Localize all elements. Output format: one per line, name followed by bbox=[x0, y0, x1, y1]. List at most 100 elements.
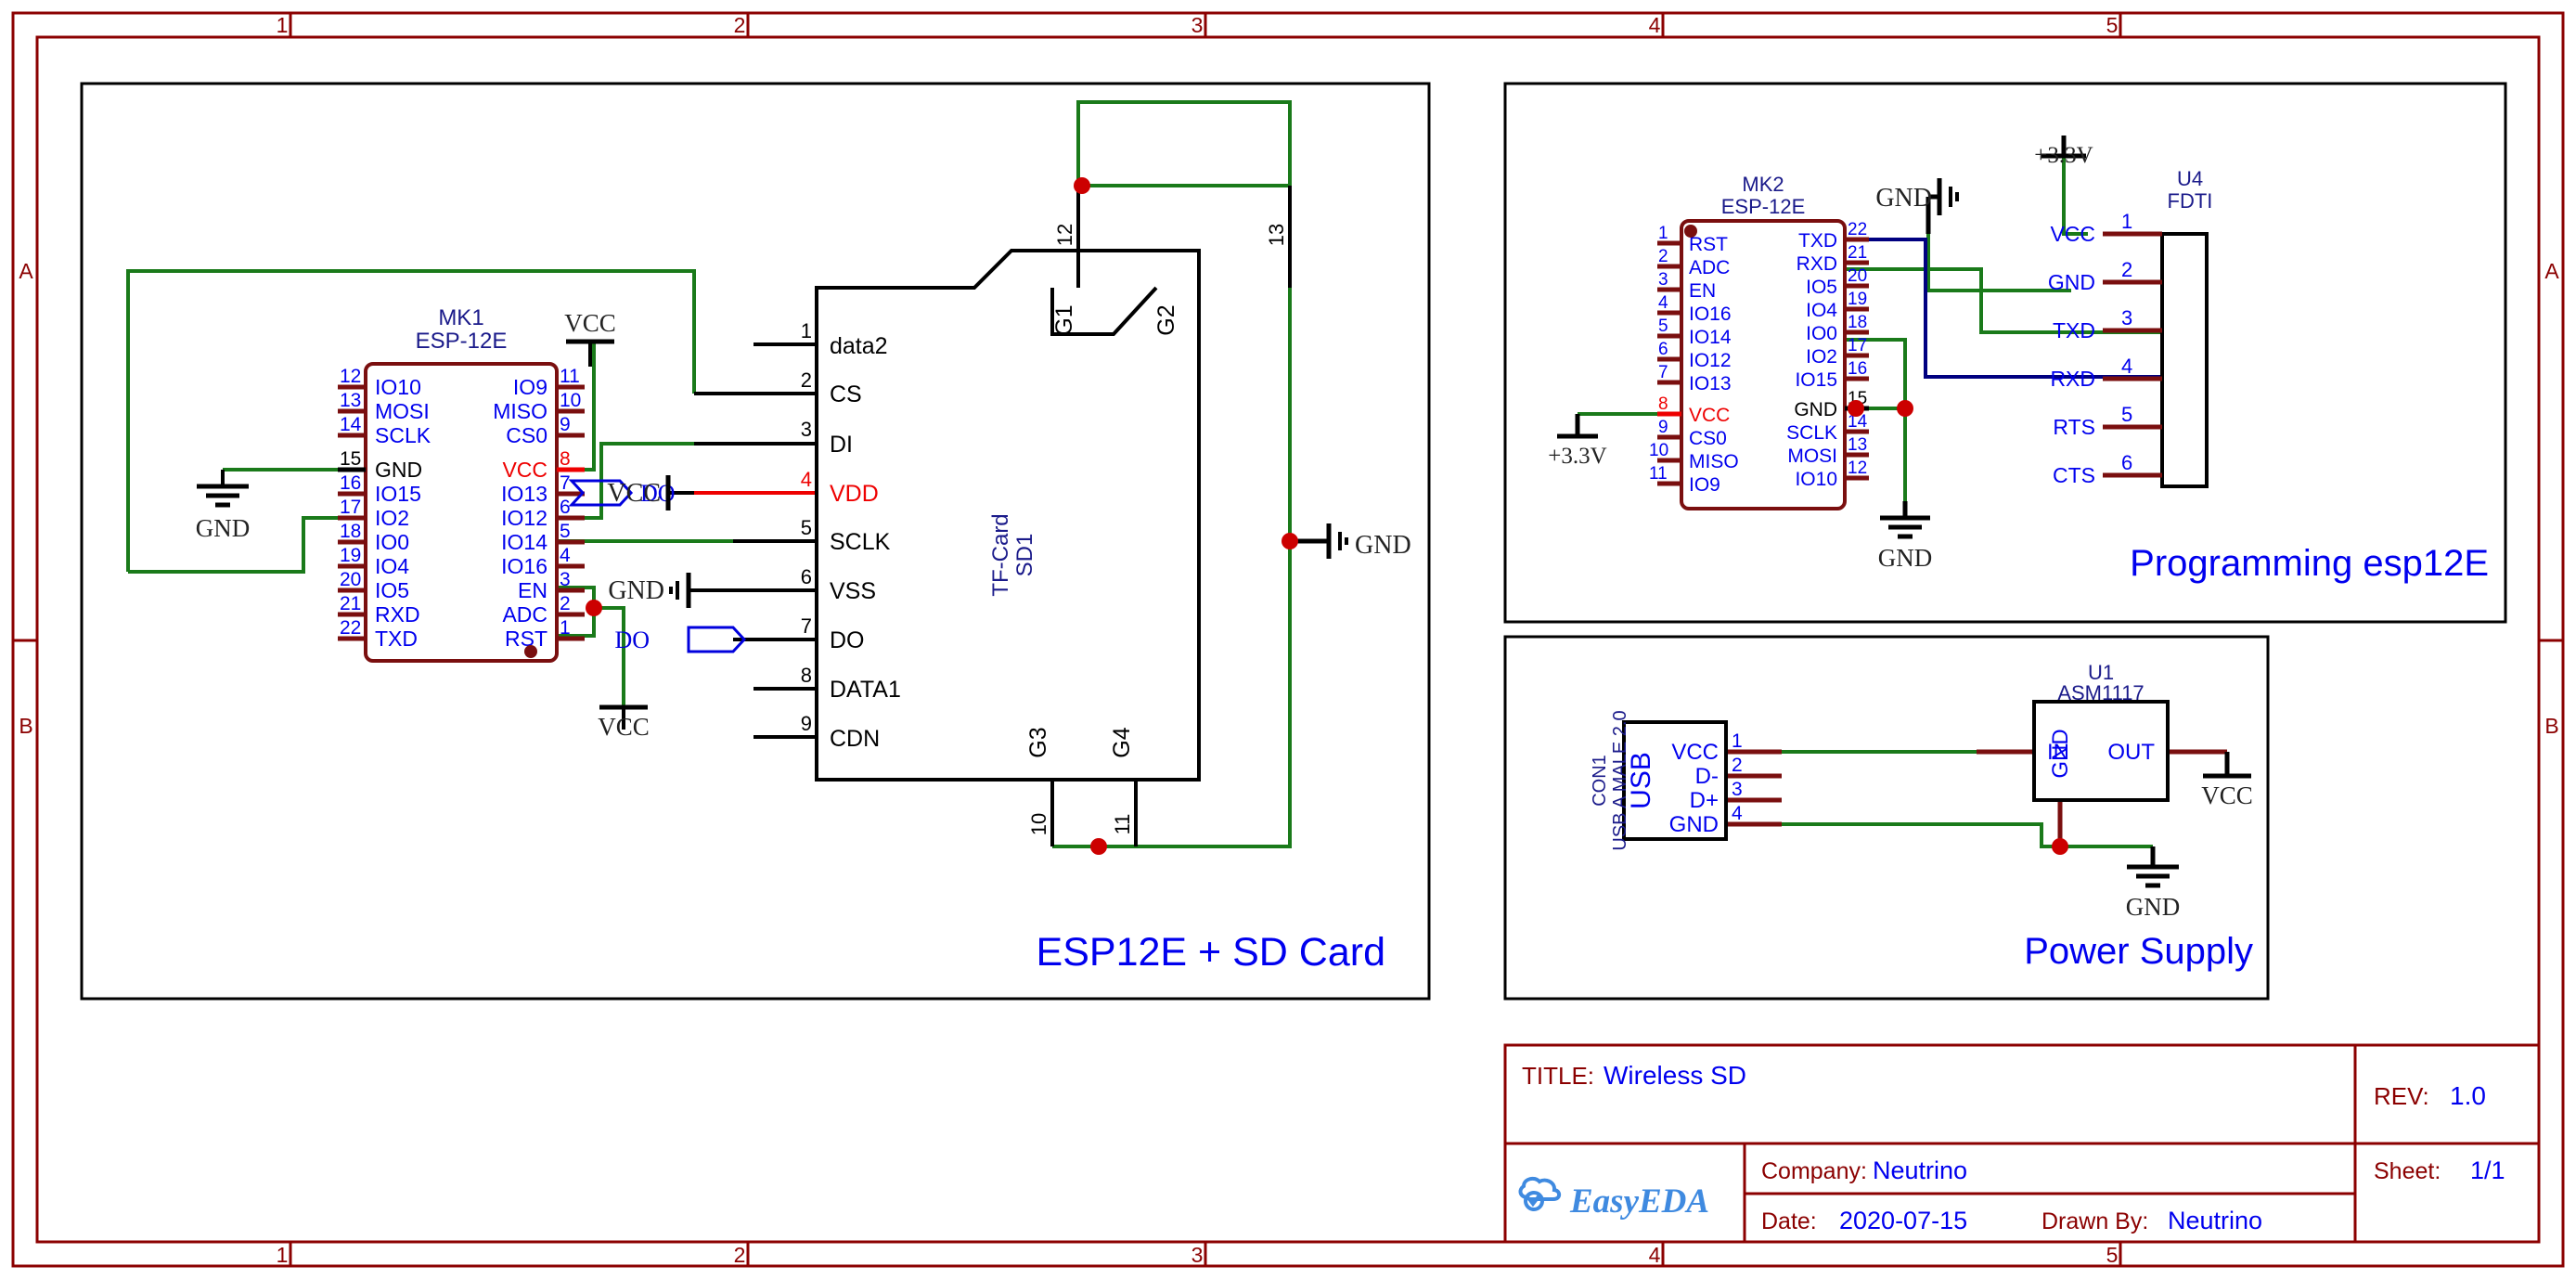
junction-dot bbox=[1848, 400, 1864, 417]
mk1-pin1-marker bbox=[524, 645, 537, 658]
mk2-rp-name: IO15 bbox=[1795, 369, 1837, 391]
zone-col-top-5: 5 bbox=[2106, 13, 2119, 37]
block-title-programming: Programming esp12E bbox=[2130, 543, 2489, 584]
mk2-lp-num: 4 bbox=[1658, 293, 1668, 313]
sd1-pin-name: VSS bbox=[830, 578, 876, 604]
u4-pin-name: RXD bbox=[2050, 367, 2095, 391]
mk1-rp-num: 3 bbox=[560, 569, 571, 590]
sd1-pin-num: 2 bbox=[801, 368, 812, 392]
vcc-port-sd-vdd: VCC bbox=[607, 475, 671, 510]
mk1-rp-num: 6 bbox=[560, 497, 571, 518]
mk2-lp-name: RST bbox=[1689, 234, 1728, 255]
mk1-designator: MK1 bbox=[438, 305, 483, 330]
mk1-rp-name: IO9 bbox=[513, 375, 547, 399]
con1-pin-num: 2 bbox=[1732, 755, 1743, 776]
mk2-rp-name: IO10 bbox=[1795, 469, 1837, 490]
u1-pin-out: OUT bbox=[2107, 740, 2155, 765]
mk2-rp-num: 20 bbox=[1848, 266, 1867, 286]
gnd-label: GND bbox=[2126, 893, 2181, 921]
title-label: TITLE: bbox=[1522, 1062, 1594, 1090]
component-mk2[interactable]: MK2 ESP-12E 1 2 3 4 5 6 7 8 9 10 11 RST … bbox=[1649, 173, 1869, 510]
zone-row-right-b: B bbox=[2544, 714, 2558, 738]
mk2-lp-num: 11 bbox=[1649, 464, 1668, 484]
con1-pin-name: D+ bbox=[1690, 788, 1719, 813]
mk2-lp-name: IO16 bbox=[1689, 304, 1732, 325]
u4-pin-name: RTS bbox=[2053, 415, 2095, 439]
u4-pin-name: VCC bbox=[2050, 222, 2095, 246]
vcc-label: VCC bbox=[598, 713, 650, 741]
mk2-rp-name: SCLK bbox=[1786, 422, 1837, 444]
mk1-rp-num: 10 bbox=[560, 390, 581, 411]
sd1-pin-num: 10 bbox=[1027, 813, 1050, 835]
mk2-rp-num: 19 bbox=[1848, 290, 1867, 309]
mk1-rp-name: IO14 bbox=[501, 530, 547, 554]
easyeda-logo-text: EasyEDA bbox=[1569, 1182, 1709, 1221]
con1-pin-name: GND bbox=[1669, 812, 1719, 837]
u4-pin-num: 1 bbox=[2121, 210, 2132, 233]
u1-pin-gnd: GND bbox=[2048, 729, 2073, 778]
mk2-lp-name: IO13 bbox=[1689, 373, 1732, 394]
component-con1[interactable]: CON1 USB A MALE 2.0 USB 1 2 3 4 VCC D- D… bbox=[1590, 710, 1743, 850]
gnd-port-label: GND bbox=[1875, 184, 1932, 213]
block-title-power: Power Supply bbox=[2024, 931, 2253, 972]
mk1-rp-num: 7 bbox=[560, 472, 571, 494]
zone-col-bottom-1: 1 bbox=[277, 1243, 289, 1267]
mk2-rp-num: 22 bbox=[1848, 220, 1867, 239]
mk2-lp-name: CS0 bbox=[1689, 428, 1727, 449]
mk1-rp-num: 4 bbox=[560, 545, 571, 566]
sd1-pin-num: 7 bbox=[801, 614, 812, 638]
mk2-lp-name: EN bbox=[1689, 280, 1716, 302]
mk2-right-pin-numbers: 22 21 20 19 18 17 16 15 14 13 12 bbox=[1848, 220, 1868, 478]
mk1-rp-name: IO13 bbox=[501, 482, 547, 506]
sd1-pin-num: 3 bbox=[801, 418, 812, 441]
gnd-port-label: GND bbox=[608, 576, 664, 605]
mk2-rp-num: 12 bbox=[1848, 459, 1867, 478]
mk2-pin1-marker bbox=[1684, 225, 1697, 238]
zone-col-top-1: 1 bbox=[277, 13, 289, 37]
u4-pin-num: 3 bbox=[2121, 306, 2132, 329]
u4-pin-name: TXD bbox=[2053, 318, 2095, 342]
mk1-lp-name: IO2 bbox=[375, 506, 409, 530]
mk2-rp-num: 17 bbox=[1848, 336, 1867, 355]
mk1-lp-num: 21 bbox=[340, 593, 361, 614]
mk1-lp-num: 18 bbox=[340, 521, 361, 542]
con1-pin-num: 3 bbox=[1732, 779, 1743, 800]
sd1-pin-num: 1 bbox=[801, 319, 812, 342]
u4-pin-num: 2 bbox=[2121, 258, 2132, 281]
mk1-lp-name: IO5 bbox=[375, 578, 409, 602]
mk1-rp-name: VCC bbox=[502, 458, 547, 482]
company-label: Company: bbox=[1761, 1158, 1867, 1184]
zone-col-top-4: 4 bbox=[1649, 13, 1661, 37]
mk2-lp-num: 10 bbox=[1649, 441, 1668, 460]
u4-designator: U4 bbox=[2177, 167, 2203, 190]
mk1-lp-name: RXD bbox=[375, 602, 420, 627]
mk1-rp-num: 5 bbox=[560, 521, 571, 542]
gnd-port-label: GND bbox=[1355, 531, 1411, 560]
mk1-lp-num: 20 bbox=[340, 569, 361, 590]
mk2-lp-num: 6 bbox=[1658, 340, 1668, 359]
mk2-rp-name: MOSI bbox=[1787, 446, 1837, 467]
mk1-lp-num: 14 bbox=[340, 414, 362, 435]
mk1-lp-num: 19 bbox=[340, 545, 361, 566]
mk2-lp-num: 8 bbox=[1658, 394, 1668, 414]
zone-col-top-3: 3 bbox=[1191, 13, 1204, 37]
mk1-rp-name: EN bbox=[518, 578, 547, 602]
zone-col-top-2: 2 bbox=[734, 13, 746, 37]
gnd-label: GND bbox=[1878, 544, 1933, 572]
junction-dot bbox=[1074, 177, 1090, 194]
title-value: Wireless SD bbox=[1604, 1061, 1746, 1090]
mk2-rp-name: IO5 bbox=[1806, 277, 1837, 298]
sd1-pin-name: DATA1 bbox=[830, 677, 901, 703]
sd1-pin-name: G4 bbox=[1109, 727, 1135, 757]
sd1-pin-num: 13 bbox=[1265, 224, 1288, 246]
mk1-lp-name: IO15 bbox=[375, 482, 421, 506]
sd1-pin-num: 6 bbox=[801, 565, 812, 588]
mk2-lp-num: 1 bbox=[1658, 224, 1668, 243]
sd1-pin-name: data2 bbox=[830, 333, 888, 359]
mk1-rp-name: IO12 bbox=[501, 506, 547, 530]
v33-label: +3.3V bbox=[1548, 444, 1606, 469]
mk1-left-pin-numbers: 12 13 14 15 16 17 18 19 20 21 22 bbox=[340, 366, 362, 639]
sd1-designator: SD1 bbox=[1012, 534, 1037, 577]
schematic-sheet: 1 2 3 4 5 1 2 3 4 5 A B A B ESP-12E MK1 … bbox=[0, 0, 2576, 1279]
zone-row-left-b: B bbox=[19, 714, 32, 738]
